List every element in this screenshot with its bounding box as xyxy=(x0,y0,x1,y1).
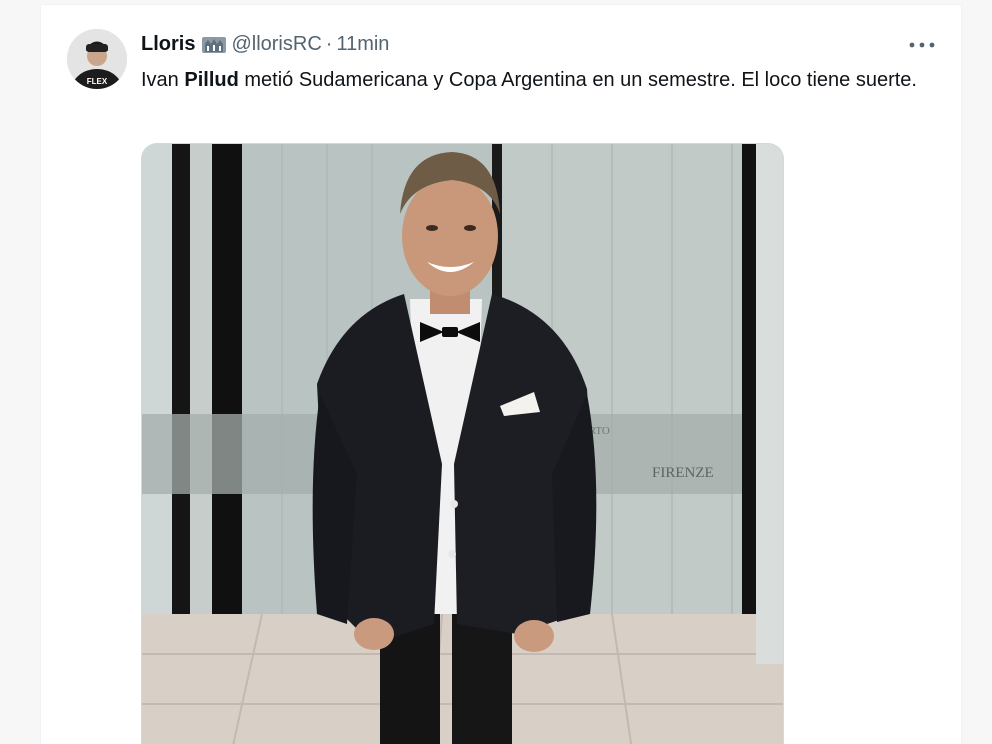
tweet-text-after: metió Sudamericana y Copa Argentina en u… xyxy=(238,69,917,91)
photo-illustration: FIRENZE ERTO xyxy=(142,144,783,744)
tweet-media-photo[interactable]: FIRENZE ERTO xyxy=(141,143,784,744)
tweet-text-bold: Pillud xyxy=(184,69,239,91)
more-options-icon[interactable] xyxy=(907,35,937,55)
tweet-text-before: Ivan xyxy=(141,69,185,91)
separator-dot: · xyxy=(325,32,333,55)
avatar[interactable]: FLEX xyxy=(67,29,127,89)
page: FLEX Lloris @llorisRC · 11min Ivan Pillu… xyxy=(0,0,992,744)
tweet-header: Lloris @llorisRC · 11min xyxy=(141,31,389,57)
sign-text: FIRENZE xyxy=(652,465,714,481)
tweet-text: Ivan Pillud metió Sudamericana y Copa Ar… xyxy=(141,65,931,95)
display-name[interactable]: Lloris xyxy=(141,33,195,56)
avatar-print-text: FLEX xyxy=(87,77,108,86)
user-handle[interactable]: @llorisRC xyxy=(231,33,321,56)
tweet-card[interactable]: FLEX Lloris @llorisRC · 11min Ivan Pillu… xyxy=(40,4,962,744)
avatar-image: FLEX xyxy=(67,29,127,89)
organization-badge-icon[interactable] xyxy=(201,34,227,54)
timestamp[interactable]: 11min xyxy=(336,33,389,56)
